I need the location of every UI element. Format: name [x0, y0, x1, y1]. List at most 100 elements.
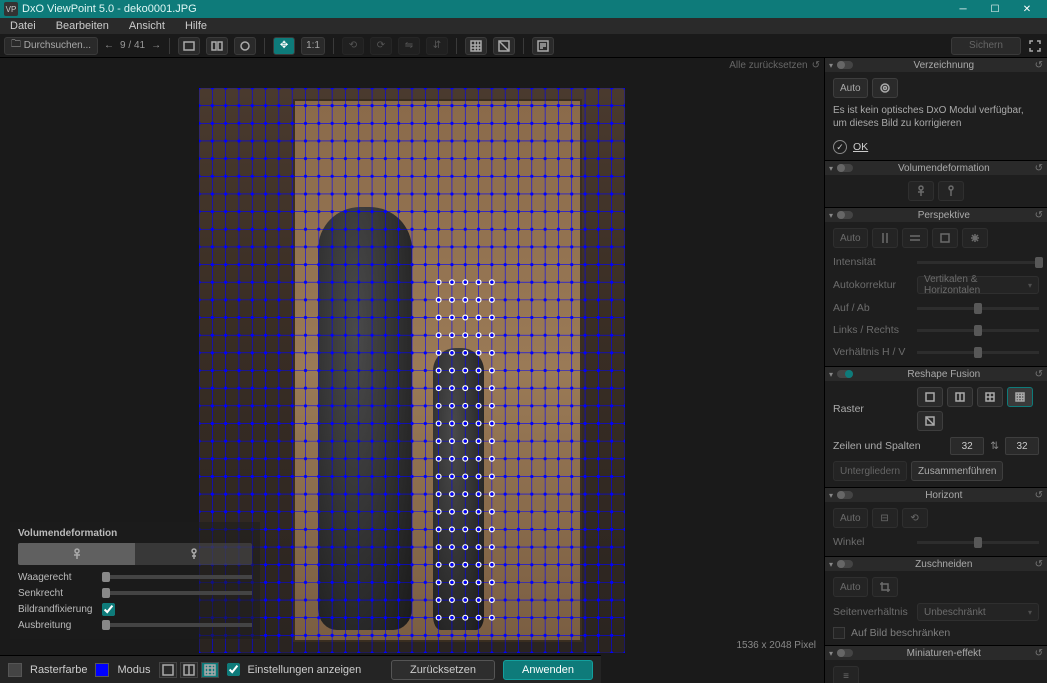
menu-edit[interactable]: Bearbeiten [46, 18, 119, 34]
distortion-toggle[interactable] [837, 61, 853, 69]
merge-button[interactable]: Zusammenführen [911, 461, 1003, 481]
cols-input[interactable] [1005, 437, 1039, 455]
perspective-vert-button[interactable] [872, 228, 898, 248]
overlay-mode-toggle[interactable] [18, 543, 252, 565]
perspective-reset-icon[interactable]: ↺ [1035, 210, 1043, 221]
horizon-auto-button[interactable]: Auto [833, 508, 868, 528]
volume-header[interactable]: ▾ Volumendeformation ↺ [825, 161, 1047, 175]
horizon-header[interactable]: ▾ Horizont ↺ [825, 488, 1047, 502]
close-button[interactable]: ✕ [1011, 0, 1043, 18]
updown-slider[interactable] [917, 307, 1039, 310]
horizon-toggle[interactable] [837, 491, 853, 499]
overlay-v-slider[interactable] [102, 591, 252, 595]
distortion-ok-link[interactable]: ✓ OK [833, 140, 1039, 154]
overlay-h-label: Waagerecht [18, 572, 96, 583]
perspective-toggle[interactable] [837, 211, 853, 219]
grid-preset-3[interactable] [977, 387, 1003, 407]
volume-mode-a[interactable] [908, 181, 934, 201]
volume-mode-b[interactable] [938, 181, 964, 201]
perspective-rect-button[interactable] [932, 228, 958, 248]
overlay-mode-a[interactable] [18, 543, 135, 565]
crop-manual-button[interactable] [872, 577, 898, 597]
grid-mode-3[interactable] [201, 662, 219, 678]
overlay-spread-slider[interactable] [102, 623, 252, 627]
grid-preset-1[interactable] [917, 387, 943, 407]
overlay-mode-b[interactable] [135, 543, 252, 565]
reshape-toggle[interactable] [837, 370, 853, 378]
perspective-header[interactable]: ▾ Perspektive ↺ [825, 208, 1047, 222]
miniature-mode-button[interactable]: ≡ [833, 666, 859, 683]
hand-tool-button[interactable]: ✥ [273, 37, 295, 55]
grid-color-swatch[interactable] [95, 663, 109, 677]
section-miniature: ▾ Miniaturen-effekt ↺ ≡ [825, 646, 1047, 683]
autocorr-select[interactable]: Vertikalen & Horizontalen▾ [917, 276, 1039, 294]
menu-file[interactable]: Datei [0, 18, 46, 34]
link-icon[interactable]: ⇅ [990, 440, 999, 452]
perspective-8pt-button[interactable] [962, 228, 988, 248]
horizon-reset-icon[interactable]: ↺ [1035, 490, 1043, 501]
tool-rotate-l[interactable]: ⟲ [342, 37, 364, 55]
menu-help[interactable]: Hilfe [175, 18, 217, 34]
perspective-auto-button[interactable]: Auto [833, 228, 868, 248]
image-canvas[interactable] [199, 88, 625, 653]
crop-header[interactable]: ▾ Zuschneiden ↺ [825, 557, 1047, 571]
compare-view-button[interactable] [206, 37, 228, 55]
maximize-button[interactable]: ☐ [979, 0, 1011, 18]
horizon-level-button[interactable]: ⊟ [872, 508, 898, 528]
leftright-slider[interactable] [917, 329, 1039, 332]
reshape-header[interactable]: ▾ Reshape Fusion ↺ [825, 367, 1047, 381]
volume-reset-icon[interactable]: ↺ [1035, 163, 1043, 174]
miniature-header[interactable]: ▾ Miniaturen-effekt ↺ [825, 646, 1047, 660]
tool-flip-v[interactable]: ⇵ [426, 37, 448, 55]
reshape-reset-icon[interactable]: ↺ [1035, 369, 1043, 380]
miniature-toggle[interactable] [837, 649, 853, 657]
section-volume: ▾ Volumendeformation ↺ [825, 161, 1047, 208]
horizon-rotate-button[interactable]: ⟲ [902, 508, 928, 528]
reset-button[interactable]: Zurücksetzen [391, 660, 495, 680]
crop-toggle[interactable] [837, 560, 853, 568]
guides-button[interactable] [493, 37, 515, 55]
grid-mode-2[interactable] [180, 662, 198, 678]
section-perspective: ▾ Perspektive ↺ Auto Intensität Autokorr… [825, 208, 1047, 367]
single-view-button[interactable] [178, 37, 200, 55]
nav-prev[interactable]: ← [104, 40, 114, 51]
tool-flip-h[interactable]: ⇋ [398, 37, 420, 55]
before-view-button[interactable] [234, 37, 256, 55]
crop-ratio-select[interactable]: Unbeschränkt▾ [917, 603, 1039, 621]
crop-reset-icon[interactable]: ↺ [1035, 559, 1043, 570]
split-button[interactable]: Untergliedern [833, 461, 907, 481]
browse-button[interactable]: 🗀 Durchsuchen... [4, 37, 98, 55]
miniature-reset-icon[interactable]: ↺ [1035, 648, 1043, 659]
grid-mode-1[interactable] [159, 662, 177, 678]
grid-preset-5[interactable] [917, 411, 943, 431]
distortion-manual-button[interactable] [872, 78, 898, 98]
overlay-h-slider[interactable] [102, 575, 252, 579]
distortion-header[interactable]: ▾ Verzeichnung ↺ [825, 58, 1047, 72]
angle-slider[interactable] [917, 541, 1039, 544]
level-icon: ⊟ [880, 513, 888, 524]
fit-screen-button[interactable] [1027, 38, 1043, 54]
bg-color-swatch[interactable] [8, 663, 22, 677]
grid-preset-2[interactable] [947, 387, 973, 407]
rows-input[interactable] [950, 437, 984, 455]
perspective-horiz-button[interactable] [902, 228, 928, 248]
intensity-slider[interactable] [917, 261, 1039, 264]
ratio-slider[interactable] [917, 351, 1039, 354]
volume-toggle[interactable] [837, 164, 853, 172]
menu-view[interactable]: Ansicht [119, 18, 175, 34]
grid-overlay-button[interactable] [465, 37, 487, 55]
overlay-edge-checkbox[interactable] [102, 603, 115, 616]
show-settings-checkbox[interactable] [227, 663, 240, 676]
apply-button[interactable]: Anwenden [503, 660, 593, 680]
tool-rotate-r[interactable]: ⟳ [370, 37, 392, 55]
distortion-reset-icon[interactable]: ↺ [1035, 60, 1043, 71]
zoom-1-1-button[interactable]: 1:1 [301, 37, 325, 55]
save-button[interactable]: Sichern [951, 37, 1021, 55]
distortion-auto-button[interactable]: Auto [833, 78, 868, 98]
constrain-checkbox[interactable] [833, 627, 845, 639]
info-panel-button[interactable] [532, 37, 554, 55]
minimize-button[interactable]: ─ [947, 0, 979, 18]
grid-preset-4[interactable] [1007, 387, 1033, 407]
nav-next[interactable]: → [151, 40, 161, 51]
crop-auto-button[interactable]: Auto [833, 577, 868, 597]
